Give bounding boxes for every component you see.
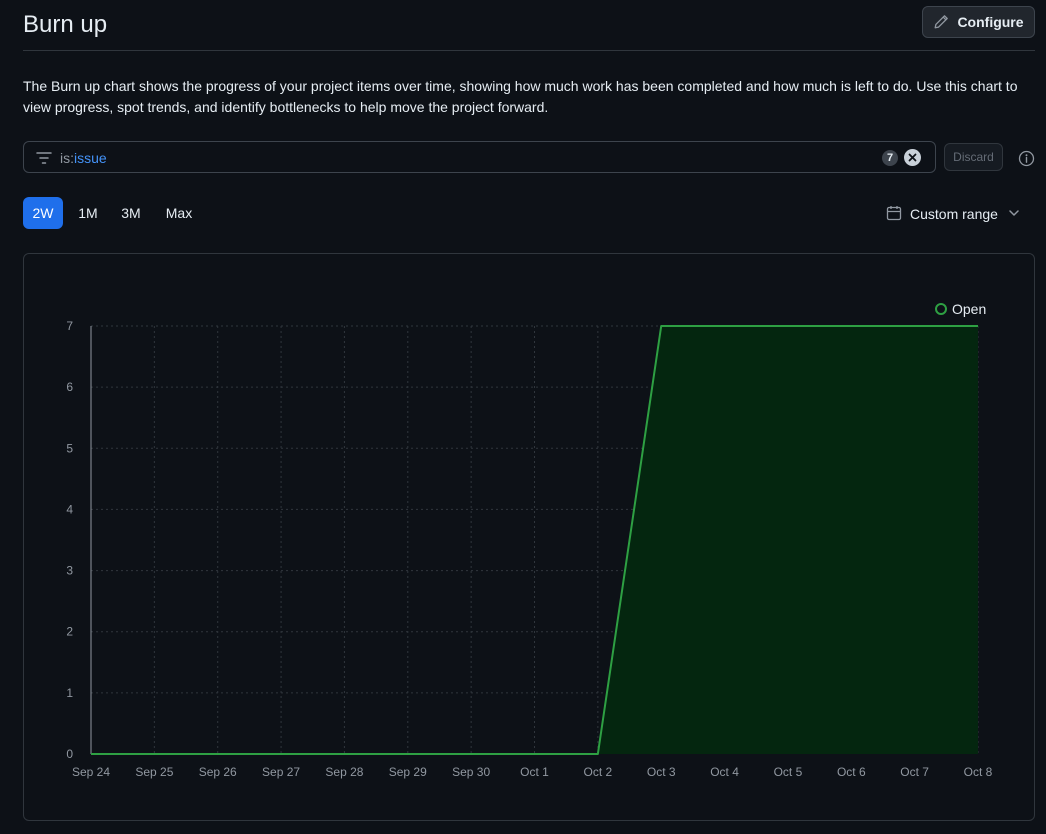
result-count-badge: 7	[882, 150, 898, 166]
info-icon[interactable]	[1018, 150, 1035, 172]
legend-marker-open	[935, 303, 947, 315]
x-tick-label: Oct 5	[774, 765, 803, 779]
legend-label-open: Open	[952, 301, 986, 317]
x-tick-label: Oct 8	[964, 765, 993, 779]
x-tick-label: Sep 25	[135, 765, 173, 779]
burn-up-chart: 0 1 2 3 4 5 6 7 Sep 24 Sep 25 Sep 26 Sep 27 Sep 28 Se…	[66, 301, 993, 779]
burn-up-chart-card: 0 1 2 3 4 5 6 7 Sep 24 Sep 25 Sep 26 Sep 27 Sep 28 Se…	[23, 253, 1035, 821]
y-tick-label: 5	[66, 441, 73, 455]
x-tick-label: Sep 26	[199, 765, 237, 779]
range-tab-2w[interactable]: 2W	[23, 197, 63, 229]
x-tick-label: Sep 29	[389, 765, 427, 779]
configure-label: Configure	[957, 14, 1024, 30]
x-circle-icon[interactable]	[904, 149, 921, 166]
x-tick-label: Oct 1	[520, 765, 549, 779]
y-tick-label: 7	[66, 319, 73, 333]
configure-button[interactable]: Configure	[922, 6, 1035, 38]
filter-key: is:	[60, 150, 74, 166]
filter-input[interactable]: is:issue 7	[23, 141, 936, 173]
filter-value: issue	[74, 150, 107, 166]
x-tick-label: Sep 30	[452, 765, 490, 779]
x-tick-label: Oct 6	[837, 765, 866, 779]
burn-up-page: Burn up Configure The Burn up chart show…	[0, 0, 1046, 834]
custom-range-button[interactable]: Custom range	[886, 202, 1022, 226]
filter-query[interactable]: is:issue	[60, 149, 107, 167]
y-tick-label: 4	[66, 502, 73, 516]
x-tick-label: Sep 24	[72, 765, 110, 779]
page-title: Burn up	[23, 11, 108, 38]
y-tick-label: 1	[66, 686, 73, 700]
pencil-icon	[933, 14, 949, 30]
calendar-icon	[886, 205, 902, 224]
y-tick-label: 0	[66, 747, 73, 761]
filter-icon	[36, 151, 52, 170]
x-tick-label: Oct 7	[900, 765, 929, 779]
y-tick-label: 2	[66, 625, 73, 639]
y-tick-label: 6	[66, 380, 73, 394]
x-tick-label: Oct 3	[647, 765, 676, 779]
y-tick-label: 3	[66, 564, 73, 578]
custom-range-label: Custom range	[910, 206, 998, 222]
x-tick-label: Sep 28	[325, 765, 363, 779]
chart-description: The Burn up chart shows the progress of …	[23, 78, 1018, 115]
chevron-down-icon	[1006, 205, 1022, 224]
discard-button[interactable]: Discard	[944, 143, 1003, 171]
x-tick-label: Sep 27	[262, 765, 300, 779]
x-tick-label: Oct 2	[584, 765, 613, 779]
range-tab-max[interactable]: Max	[158, 197, 200, 229]
series-area-open	[91, 326, 978, 754]
range-tab-3m[interactable]: 3M	[113, 197, 149, 229]
page-header: Burn up Configure	[23, 0, 1035, 51]
x-tick-label: Oct 4	[710, 765, 739, 779]
range-tab-1m[interactable]: 1M	[70, 197, 106, 229]
